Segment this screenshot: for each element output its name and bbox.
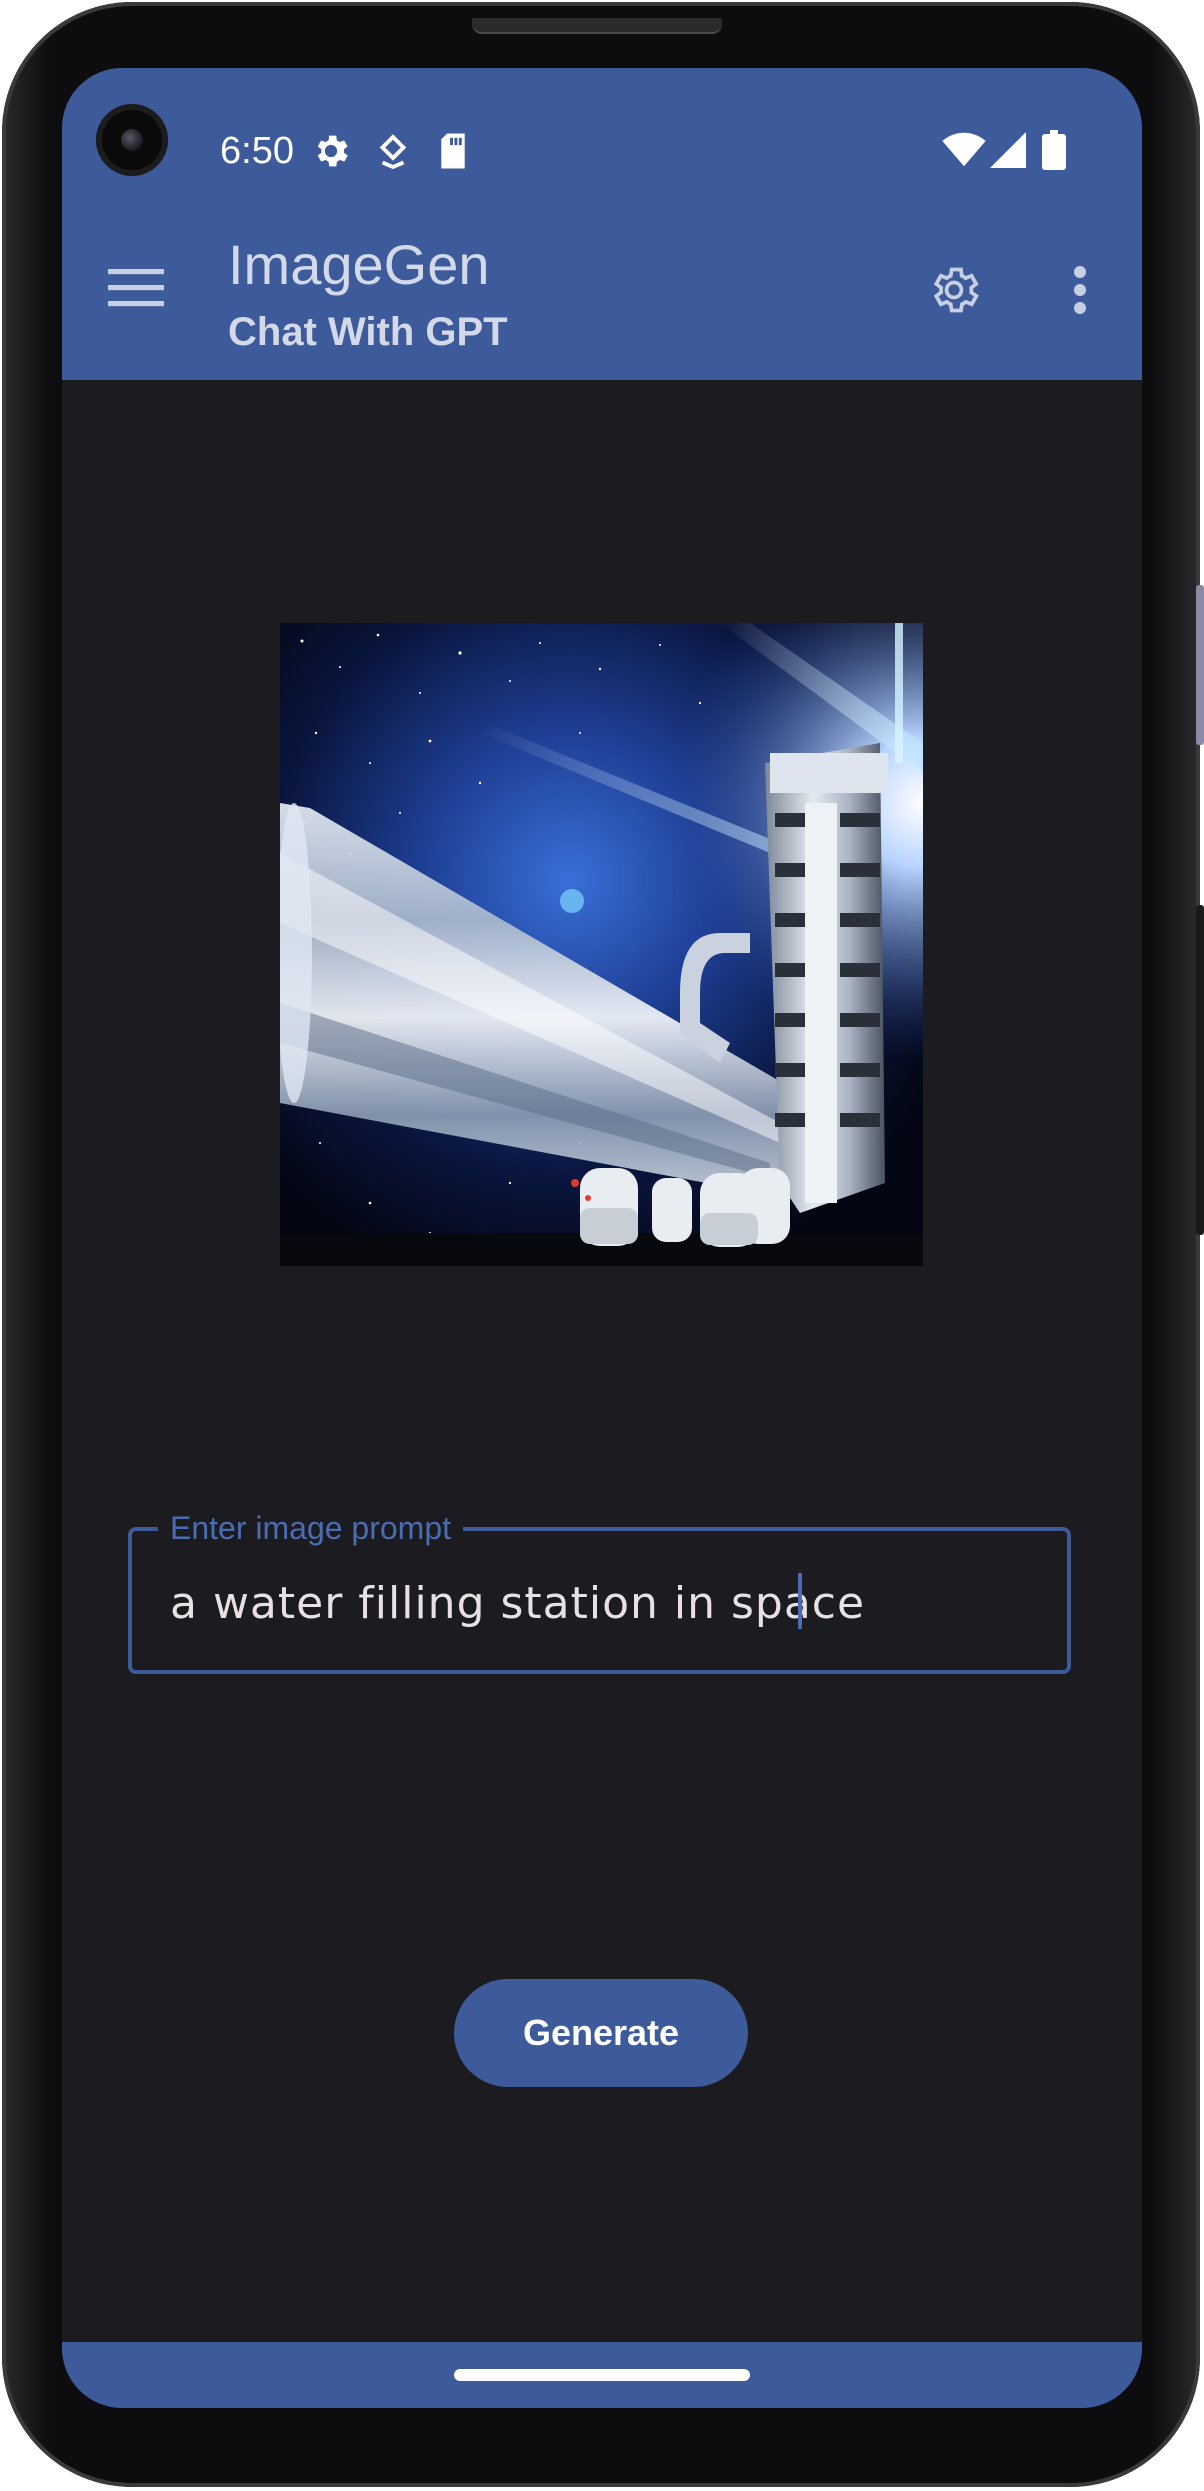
app-title: ImageGen (228, 233, 490, 296)
gear-icon (310, 130, 352, 177)
generate-button[interactable]: Generate (454, 1979, 748, 2087)
home-gesture-handle[interactable] (454, 2369, 750, 2381)
generated-image (280, 623, 923, 1266)
prompt-label: Enter image prompt (158, 1510, 464, 1546)
front-camera (96, 104, 168, 176)
power-button (1196, 905, 1204, 1235)
sd-card-icon (438, 132, 468, 175)
location-icon (378, 134, 408, 175)
volume-button (1196, 585, 1204, 745)
cell-signal-icon (990, 132, 1026, 173)
menu-icon[interactable] (108, 266, 164, 313)
settings-icon[interactable] (926, 262, 982, 323)
screen: Enter image prompt Generate (62, 68, 1142, 2408)
text-cursor (798, 1573, 802, 1629)
wifi-icon (942, 132, 986, 173)
battery-icon (1042, 130, 1066, 175)
status-time: 6:50 (220, 130, 294, 172)
app-subtitle: Chat With GPT (228, 310, 508, 354)
more-vert-icon[interactable] (1070, 266, 1090, 319)
earpiece (472, 18, 722, 34)
prompt-input[interactable] (170, 1573, 1030, 1633)
